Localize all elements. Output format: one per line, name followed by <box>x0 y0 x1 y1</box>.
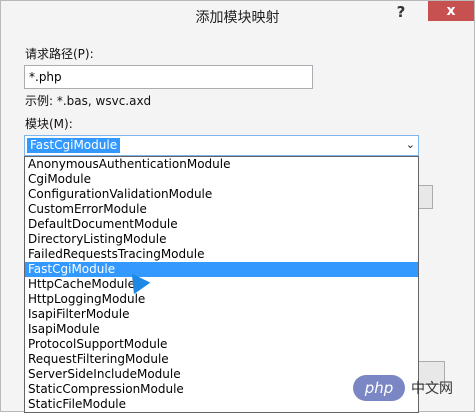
executable-browse-button[interactable] <box>417 185 433 209</box>
module-select[interactable]: FastCgiModule ⌄ <box>24 135 419 156</box>
dropdown-option[interactable]: HttpCacheModule <box>25 277 418 292</box>
watermark-logo: php 中文网 <box>351 371 475 413</box>
title-bar: 添加模块映射 ? x <box>1 1 474 31</box>
close-button[interactable]: x <box>428 1 474 21</box>
dropdown-option[interactable]: IsapiModule <box>25 322 418 337</box>
dropdown-option[interactable]: RequestFilteringModule <box>25 352 418 367</box>
dropdown-option[interactable]: CustomErrorModule <box>25 202 418 217</box>
dropdown-option[interactable]: CgiModule <box>25 172 418 187</box>
dropdown-option[interactable]: HttpLoggingModule <box>25 292 418 307</box>
watermark-text: 中文网 <box>411 381 453 397</box>
dropdown-option[interactable]: ConfigurationValidationModule <box>25 187 418 202</box>
dropdown-option[interactable]: AnonymousAuthenticationModule <box>25 157 418 172</box>
module-label: 模块(M): <box>25 117 73 131</box>
dropdown-option[interactable]: FailedRequestsTracingModule <box>25 247 418 262</box>
chevron-down-icon[interactable]: ⌄ <box>406 138 415 151</box>
example-text: 示例: *.bas, wsvc.axd <box>25 94 152 108</box>
dropdown-option[interactable]: FastCgiModule <box>25 262 418 277</box>
php-logo-badge: php <box>353 375 405 401</box>
module-selected-value: FastCgiModule <box>27 138 121 153</box>
dropdown-option[interactable]: IsapiFilterModule <box>25 307 418 322</box>
dropdown-option[interactable]: ProtocolSupportModule <box>25 337 418 352</box>
dropdown-option[interactable]: DefaultDocumentModule <box>25 217 418 232</box>
dropdown-option[interactable]: DirectoryListingModule <box>25 232 418 247</box>
request-path-input[interactable]: *.php <box>24 65 313 89</box>
dialog-window: 添加模块映射 ? x 请求路径(P): *.php 示例: *.bas, wsv… <box>0 0 475 413</box>
request-path-label: 请求路径(P): <box>25 47 94 61</box>
help-button[interactable]: ? <box>390 3 412 23</box>
